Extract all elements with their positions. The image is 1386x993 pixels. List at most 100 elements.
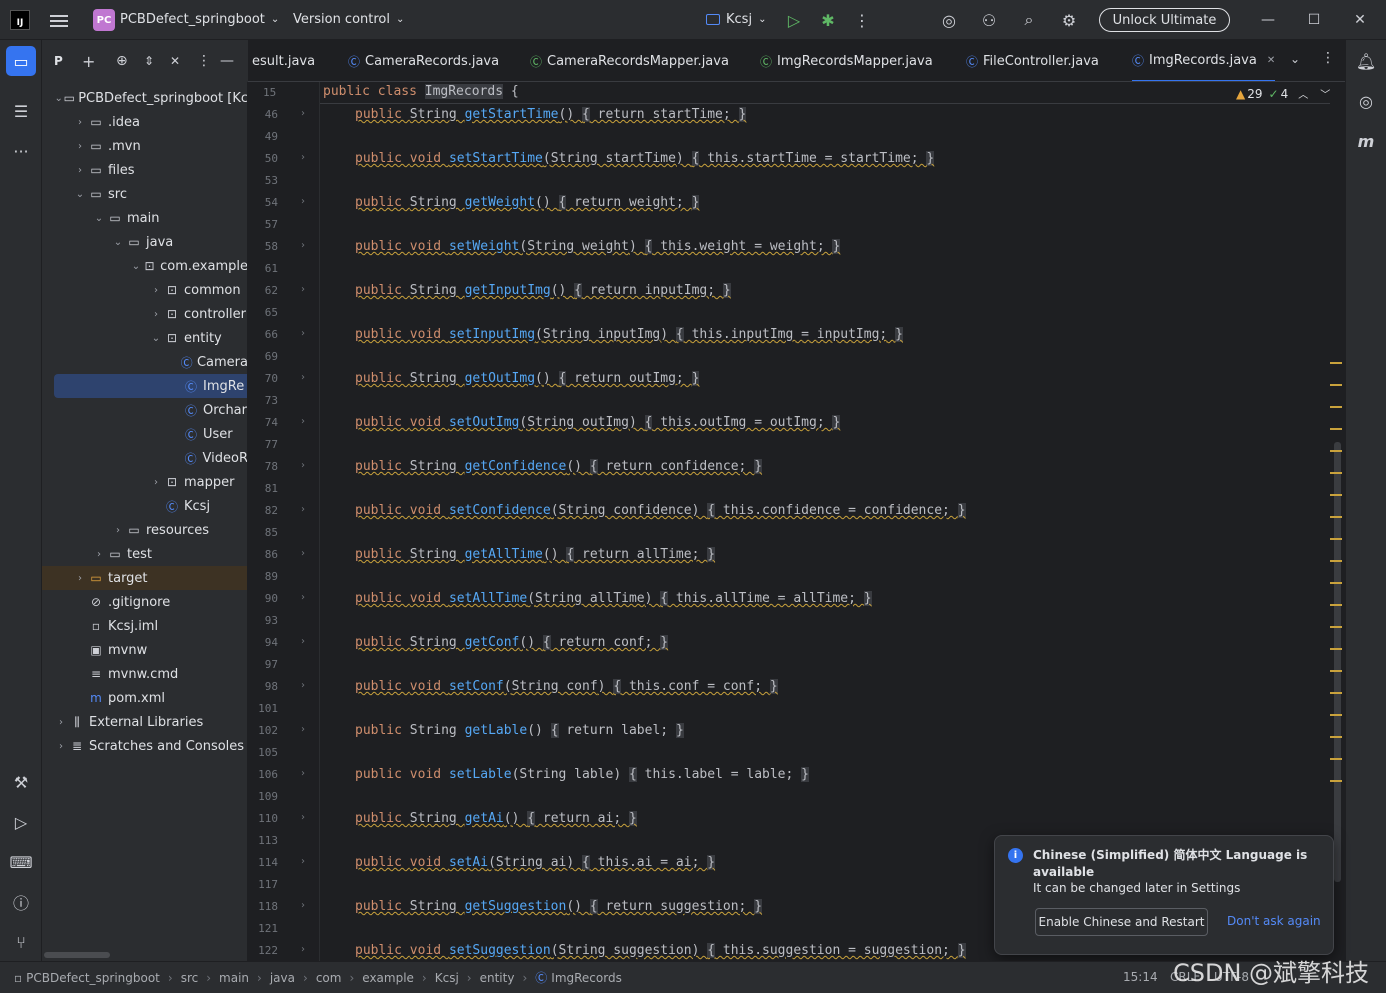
method-name[interactable]: setOutImg [449, 415, 519, 430]
chevron-right-icon[interactable]: › [92, 549, 106, 560]
fold-arrow-icon[interactable]: › [301, 768, 305, 779]
warning-marker[interactable] [1330, 604, 1342, 606]
method-name[interactable]: getAllTime [465, 547, 543, 562]
method-name[interactable]: getConf [465, 635, 520, 650]
chevron-down-icon[interactable]: ﹀ [1320, 86, 1330, 101]
hide-panel-icon[interactable]: — [220, 53, 234, 69]
warning-marker[interactable] [1330, 626, 1342, 628]
warning-marker[interactable] [1330, 362, 1342, 364]
tree-item[interactable]: Ⓒ Kcsj [42, 494, 247, 518]
warning-marker[interactable] [1330, 714, 1342, 716]
tree-item[interactable]: › ▭ files [42, 158, 247, 182]
tree-item[interactable]: › ▭ .mvn [42, 134, 247, 158]
close-icon[interactable]: ✕ [1350, 10, 1370, 30]
chevron-right-icon[interactable]: › [111, 525, 125, 536]
fold-arrow-icon[interactable]: › [301, 460, 305, 471]
vcs-selector[interactable]: Version control ⌄ [293, 12, 404, 27]
chevron-right-icon[interactable]: › [73, 573, 87, 584]
chevron-right-icon[interactable]: › [149, 285, 163, 296]
expand-all-icon[interactable]: ⇕ [144, 54, 154, 68]
chevron-right-icon[interactable]: › [54, 717, 68, 728]
chevron-right-icon[interactable]: › [149, 309, 163, 320]
tab-imgrecords-java[interactable]: Ⓒ ImgRecords.java ✕ [1132, 40, 1276, 81]
tab-more-icon[interactable]: ⋮ [1321, 50, 1335, 66]
chevron-up-icon[interactable]: ︿ [1298, 86, 1308, 101]
warning-marker[interactable] [1330, 406, 1342, 408]
method-name[interactable]: getLable [465, 723, 528, 738]
fold-arrow-icon[interactable]: › [301, 680, 305, 691]
chevron-down-icon[interactable]: ⌄ [92, 213, 106, 224]
main-menu-icon[interactable] [50, 12, 68, 28]
breadcrumb-item[interactable]: ImgRecords [551, 971, 622, 985]
warning-marker[interactable] [1330, 736, 1342, 738]
fold-arrow-icon[interactable]: › [301, 504, 305, 515]
breadcrumb-item[interactable]: entity [480, 971, 515, 985]
tree-hscroll[interactable] [44, 952, 110, 958]
method-name[interactable]: getConfidence [465, 459, 567, 474]
method-name[interactable]: setSuggestion [449, 943, 551, 958]
structure-tool-icon[interactable]: ☰ [6, 96, 36, 126]
warning-marker[interactable] [1330, 692, 1342, 694]
sticky-class-name[interactable]: ImgRecords [424, 84, 504, 99]
tree-item[interactable]: Ⓒ Camera [42, 350, 247, 374]
warning-marker[interactable] [1330, 538, 1342, 540]
fold-arrow-icon[interactable]: › [301, 636, 305, 647]
tree-item[interactable]: ▫ Kcsj.iml [42, 614, 247, 638]
warning-marker[interactable] [1330, 450, 1342, 452]
fold-arrow-icon[interactable]: › [301, 856, 305, 867]
warning-marker[interactable] [1330, 560, 1342, 562]
method-name[interactable]: setAi [449, 855, 488, 870]
tab-list-icon[interactable]: ⌄ [1290, 52, 1300, 66]
editor-scrollbar[interactable] [1330, 82, 1345, 961]
tree-item[interactable]: ⌄ ▭ src [42, 182, 247, 206]
method-name[interactable]: setConf [449, 679, 504, 694]
fold-arrow-icon[interactable]: › [301, 284, 305, 295]
project-selector[interactable]: PCBDefect_springboot ⌄ [120, 12, 279, 27]
warning-marker[interactable] [1330, 648, 1342, 650]
method-name[interactable]: setStartTime [449, 151, 543, 166]
fold-arrow-icon[interactable]: › [301, 548, 305, 559]
tree-item[interactable]: › ⊡ controller [42, 302, 247, 326]
warning-marker[interactable] [1330, 758, 1342, 760]
method-name[interactable]: setAllTime [449, 591, 527, 606]
dont-ask-again-link[interactable]: Don't ask again [1227, 914, 1321, 928]
breadcrumb-item[interactable]: java [270, 971, 295, 985]
more-tools-icon[interactable]: ··· [6, 136, 36, 166]
fold-arrow-icon[interactable]: › [301, 812, 305, 823]
method-name[interactable]: getOutImg [465, 371, 535, 386]
fold-arrow-icon[interactable]: › [301, 944, 305, 955]
terminal-icon[interactable]: ⌨ [6, 847, 36, 877]
breadcrumb-item[interactable]: src [181, 971, 199, 985]
tree-item[interactable]: ⌄ ▭ PCBDefect_springboot [Kc [42, 86, 247, 110]
tree-item[interactable]: › ▭ test [42, 542, 247, 566]
tree-item[interactable]: ⌄ ⊡ entity [42, 326, 247, 350]
code-editor[interactable]: public String getStartTime () { return st… [320, 82, 1330, 961]
run-icon[interactable]: ▷ [784, 10, 804, 30]
tree-item[interactable]: Ⓒ Orchar [42, 398, 247, 422]
breadcrumb-item[interactable]: main [219, 971, 249, 985]
chevron-right-icon[interactable]: › [149, 477, 163, 488]
chevron-down-icon[interactable]: ⌄ [149, 333, 163, 344]
tree-item[interactable]: › ▭ resources [42, 518, 247, 542]
method-name[interactable]: setConfidence [449, 503, 551, 518]
method-name[interactable]: setLable [449, 767, 512, 782]
method-name[interactable]: setInputImg [449, 327, 535, 342]
breadcrumb-item[interactable]: PCBDefect_springboot [26, 971, 160, 985]
project-badge[interactable]: PC [93, 9, 115, 31]
tree-item[interactable]: Ⓒ VideoR [42, 446, 247, 470]
services-icon[interactable]: ▷ [6, 807, 36, 837]
problems-icon[interactable]: ⓘ [6, 887, 36, 917]
tab-close-icon[interactable]: ✕ [1267, 55, 1275, 66]
tree-item[interactable]: › ▭ target [42, 566, 247, 590]
tree-item[interactable]: m pom.xml [42, 686, 247, 710]
method-name[interactable]: getStartTime [465, 107, 559, 122]
breadcrumb-item[interactable]: com [316, 971, 342, 985]
ai-chat-icon[interactable]: ◎ [1351, 86, 1381, 116]
fold-arrow-icon[interactable]: › [301, 240, 305, 251]
fold-arrow-icon[interactable]: › [301, 372, 305, 383]
tree-item[interactable]: ⌄ ⊡ com.example [42, 254, 247, 278]
warning-marker[interactable] [1330, 494, 1342, 496]
fold-arrow-icon[interactable]: › [301, 196, 305, 207]
warning-marker[interactable] [1330, 472, 1342, 474]
chevron-down-icon[interactable]: ⌄ [54, 93, 63, 104]
